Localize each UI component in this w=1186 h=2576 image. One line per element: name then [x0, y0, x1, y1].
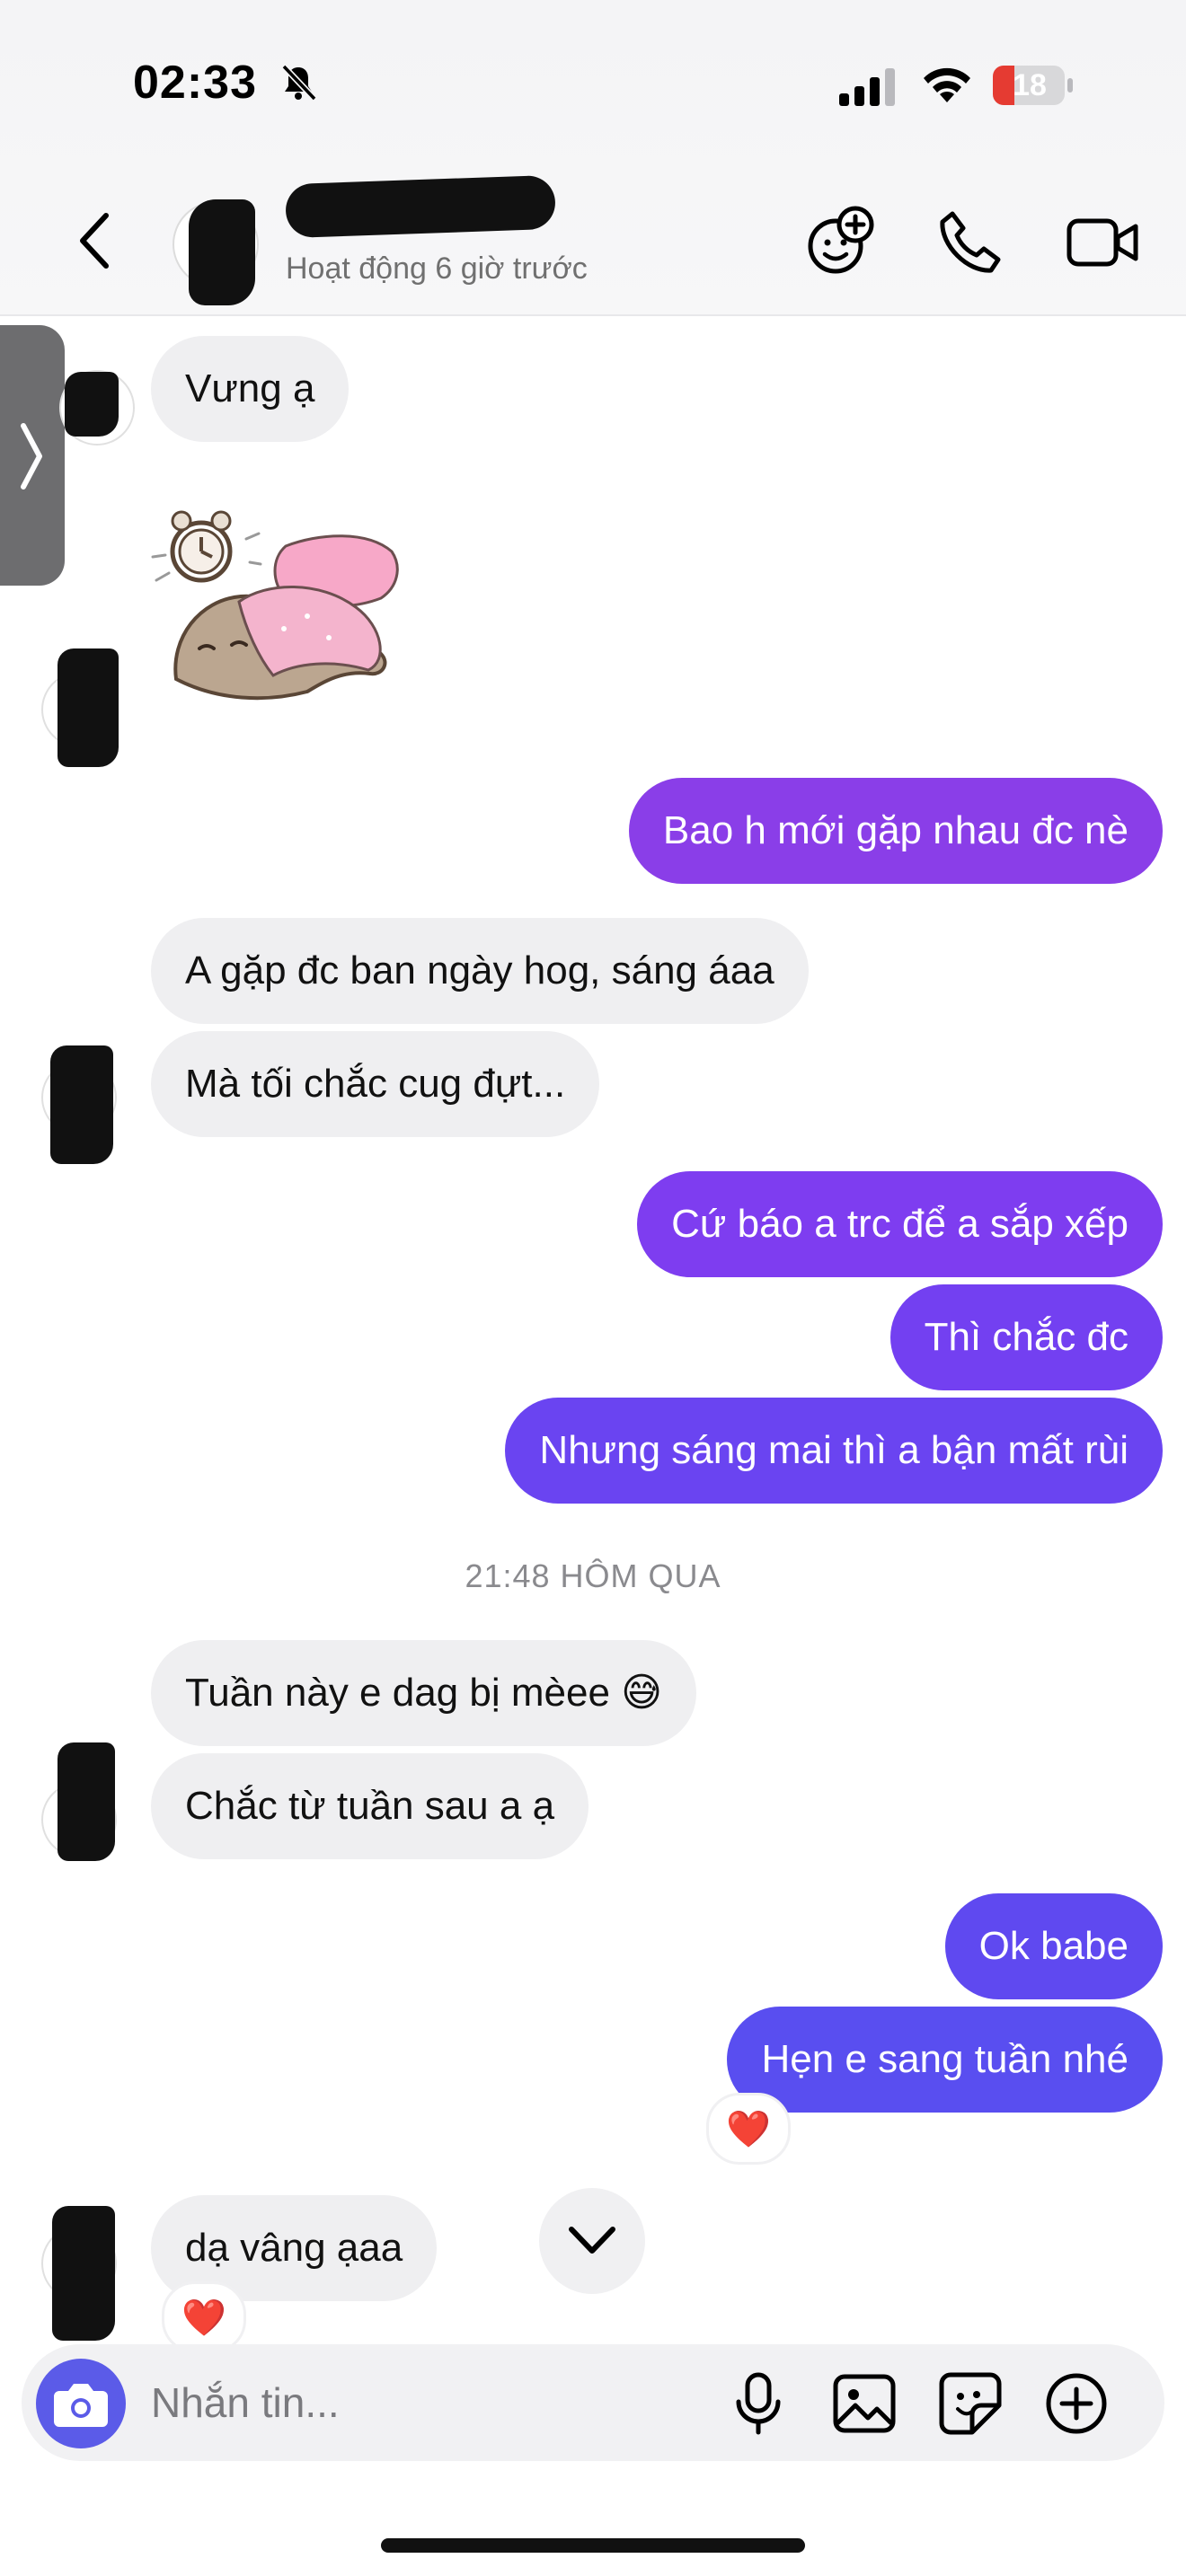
avatar-redaction	[189, 199, 255, 305]
chevron-down-icon	[569, 2227, 615, 2254]
heart-reaction: ❤️	[181, 2298, 226, 2338]
bell-slash-icon	[281, 64, 317, 101]
incoming-message[interactable]: Chắc từ tuần sau a ạ	[151, 1753, 589, 1859]
avatar-redaction	[58, 1742, 115, 1861]
outgoing-message[interactable]: Thì chắc đc	[890, 1284, 1163, 1390]
microphone-icon[interactable]	[724, 2369, 792, 2438]
outgoing-message[interactable]: Bao h mới gặp nhau đc nè	[628, 778, 1163, 884]
plus-circle-icon[interactable]	[1042, 2369, 1111, 2438]
image-icon[interactable]	[830, 2369, 898, 2438]
wifi-icon	[924, 67, 970, 102]
incoming-message[interactable]: Mà tối chắc cug đựt...	[151, 1031, 600, 1137]
battery-level: 18	[1013, 68, 1047, 102]
outgoing-message[interactable]: Ok babe	[944, 1893, 1163, 1999]
avatar-redaction	[52, 2206, 115, 2341]
status-time: 02:33	[133, 57, 257, 109]
timestamp-separator: 21:48 HÔM QUA	[465, 1557, 721, 1594]
home-indicator	[381, 2538, 805, 2553]
sticker-icon[interactable]	[936, 2369, 1005, 2438]
header-divider	[0, 314, 1186, 316]
reaction-badge[interactable]: ❤️	[706, 2093, 791, 2165]
add-effect-icon[interactable]	[801, 205, 877, 280]
avatar-redaction	[58, 648, 119, 767]
video-camera-icon[interactable]	[1066, 205, 1141, 280]
incoming-message[interactable]: Vưng ạ	[151, 336, 350, 442]
chevron-right-icon	[21, 423, 42, 490]
outgoing-message[interactable]: Nhưng sáng mai thì a bận mất rùi	[505, 1398, 1163, 1504]
cellular-signal-icon	[839, 68, 895, 106]
sleeping-cat-sticker-icon[interactable]	[149, 503, 428, 719]
reaction-badge[interactable]: ❤️	[162, 2281, 246, 2353]
outgoing-message[interactable]: Cứ báo a trc để a sắp xếp	[637, 1171, 1163, 1277]
message-input[interactable]: Nhắn tin...	[151, 2378, 340, 2427]
incoming-message[interactable]: A gặp đc ban ngày hog, sáng áaa	[151, 918, 809, 1024]
avatar-redaction	[50, 1045, 113, 1164]
phone-icon[interactable]	[933, 205, 1008, 280]
incoming-message[interactable]: Tuần này e dag bị mèee 😅	[151, 1640, 697, 1746]
outgoing-message[interactable]: Hẹn e sang tuần nhé	[727, 2007, 1163, 2113]
camera-icon	[54, 2384, 108, 2427]
contact-name-redaction[interactable]	[285, 174, 556, 239]
contact-activity-status: Hoạt động 6 giờ trước	[286, 251, 588, 286]
back-chevron-icon[interactable]	[74, 208, 117, 273]
heart-reaction: ❤️	[726, 2109, 771, 2149]
avatar-redaction	[65, 372, 119, 437]
header-background	[0, 0, 1186, 316]
